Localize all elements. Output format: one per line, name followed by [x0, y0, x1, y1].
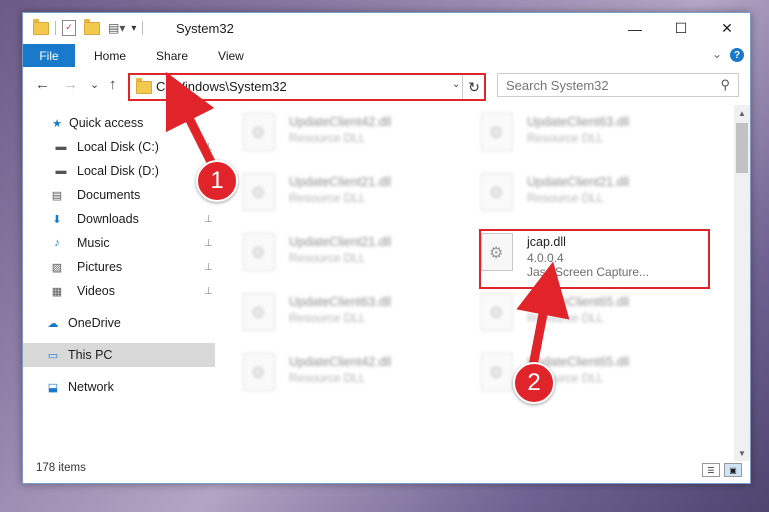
step-1-badge: 1 — [196, 160, 238, 202]
arrow-to-address-bar — [165, 71, 218, 171]
annotation-arrows — [165, 71, 570, 371]
arrow-to-jcap-dll — [516, 261, 570, 371]
step-2-badge: 2 — [513, 362, 555, 404]
